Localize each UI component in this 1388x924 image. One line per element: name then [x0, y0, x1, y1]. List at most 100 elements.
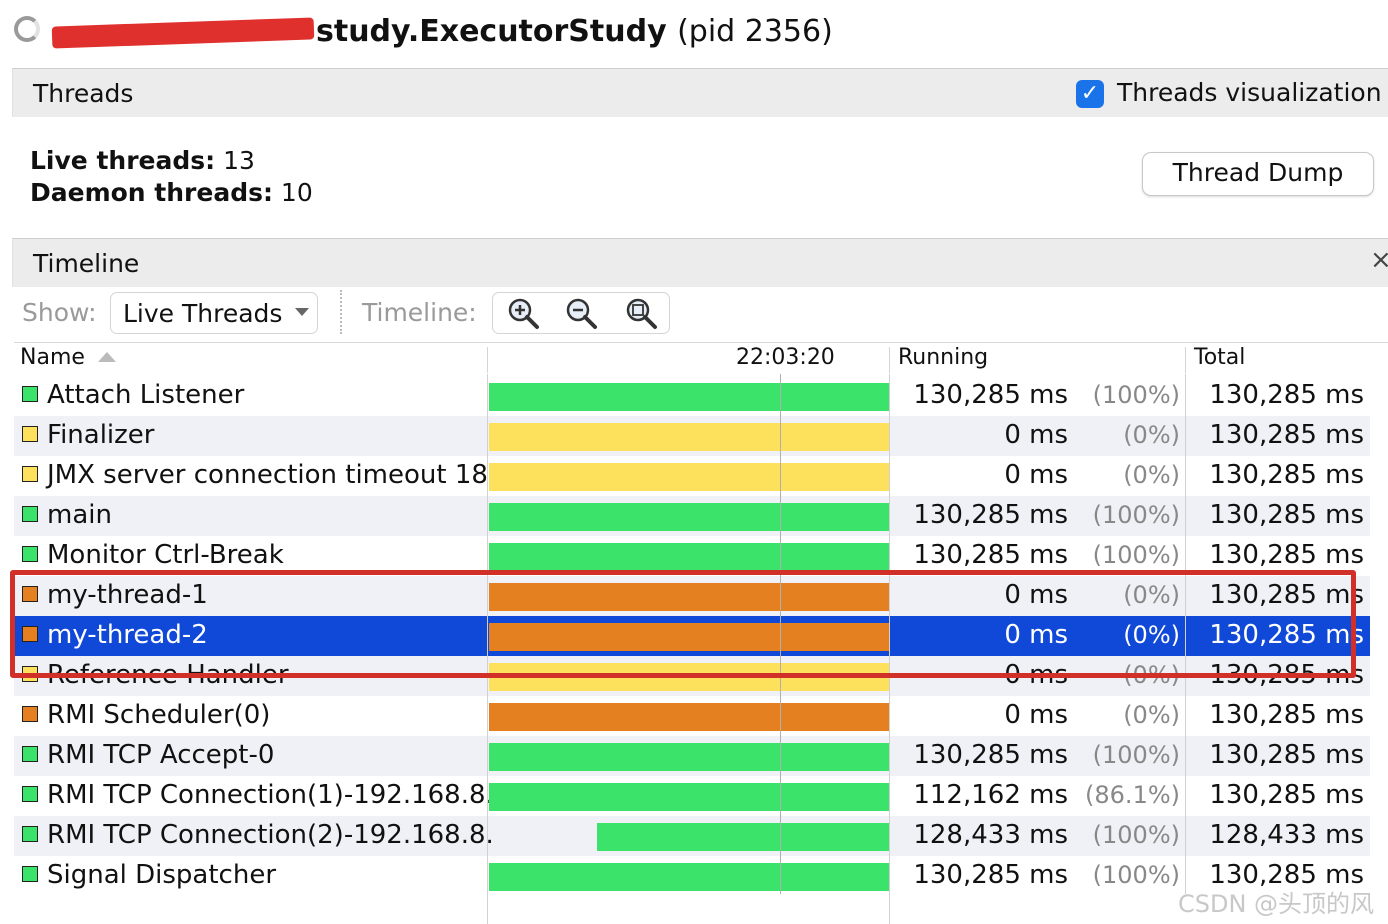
zoom-button-group [492, 292, 670, 334]
column-header-running[interactable]: Running [898, 345, 988, 370]
thread-running-percent: (100%) [1092, 501, 1180, 529]
thread-name: Attach Listener [47, 380, 245, 410]
watermark: CSDN @头顶的风 [1178, 890, 1375, 918]
column-header-total[interactable]: Total [1194, 345, 1245, 370]
thread-running-percent: (100%) [1092, 821, 1180, 849]
column-divider [889, 347, 890, 373]
thread-timeline-bar [489, 503, 889, 531]
thread-running-time: 128,433 ms [913, 820, 1068, 850]
thread-name: JMX server connection timeout 18 [47, 460, 488, 490]
live-threads-count: Live threads: 13 [30, 146, 255, 175]
column-header-name[interactable]: Name [20, 345, 85, 370]
thread-total-time: 130,285 ms [1209, 740, 1364, 770]
thread-state-swatch [22, 706, 38, 722]
app-title-name: study.ExecutorStudy [316, 14, 667, 49]
thread-name: Signal Dispatcher [47, 860, 277, 890]
timeline-section-bar: Timeline [12, 238, 1388, 287]
redaction-mark [51, 17, 315, 49]
thread-timeline-bar [489, 423, 889, 451]
thread-row[interactable]: JMX server connection timeout 18 0 ms (0%)… [14, 456, 1370, 496]
timeline-zoom-label: Timeline: [362, 298, 477, 327]
thread-total-time: 130,285 ms [1209, 460, 1364, 490]
thread-running-percent: (100%) [1092, 741, 1180, 769]
thread-running-percent: (0%) [1123, 701, 1180, 729]
thread-total-time: 130,285 ms [1209, 420, 1364, 450]
thread-row[interactable]: RMI TCP Accept-0 130,285 ms (100%) 130,285 … [14, 736, 1370, 776]
thread-dump-button[interactable]: Thread Dump [1142, 152, 1374, 196]
thread-timeline-bar [489, 383, 889, 411]
thread-row[interactable]: RMI Scheduler(0) 0 ms (0%) 130,285 ms [14, 696, 1370, 736]
zoom-fit-icon[interactable] [623, 295, 659, 331]
show-label: Show: [22, 298, 97, 327]
live-threads-value: 13 [215, 146, 255, 175]
thread-row[interactable]: Finalizer 0 ms (0%) 130,285 ms [14, 416, 1370, 456]
thread-row[interactable]: Signal Dispatcher 130,285 ms (100%) 130,285… [14, 856, 1370, 896]
thread-running-percent: (0%) [1123, 421, 1180, 449]
thread-total-time: 130,285 ms [1209, 380, 1364, 410]
sort-ascending-icon [98, 352, 116, 362]
thread-running-time: 130,285 ms [913, 540, 1068, 570]
thread-timeline-bar [489, 743, 889, 771]
column-divider [487, 347, 488, 373]
threads-section-title: Threads [33, 79, 134, 108]
threads-visualization-checkbox[interactable]: ✓ [1076, 80, 1104, 108]
timeline-section-title: Timeline [33, 249, 140, 278]
thread-running-time: 130,285 ms [913, 860, 1068, 890]
thread-running-time: 130,285 ms [913, 740, 1068, 770]
zoom-in-icon[interactable] [505, 295, 541, 331]
thread-row[interactable]: RMI TCP Connection(1)-192.168.8. 112,162 … [14, 776, 1370, 816]
thread-state-swatch [22, 786, 38, 802]
thread-name: Finalizer [47, 420, 155, 450]
thread-state-swatch [22, 386, 38, 402]
threads-visualization-label[interactable]: Threads visualization [1117, 78, 1382, 107]
thread-timeline-bar [489, 543, 889, 571]
thread-running-percent: (0%) [1123, 461, 1180, 489]
thread-table-header: Name 22:03:20 Running Total [14, 342, 1388, 375]
thread-name: RMI TCP Accept-0 [47, 740, 275, 770]
thread-total-time: 130,285 ms [1209, 540, 1364, 570]
thread-state-swatch [22, 866, 38, 882]
thread-timeline-bar [489, 703, 889, 731]
thread-running-percent: (86.1%) [1085, 781, 1180, 809]
column-divider [1185, 347, 1186, 373]
daemon-threads-count: Daemon threads: 10 [30, 178, 313, 207]
thread-running-percent: (100%) [1092, 381, 1180, 409]
thread-row[interactable]: Attach Listener 130,285 ms (100%) 130,285 m… [14, 376, 1370, 416]
close-icon[interactable]: × [1370, 245, 1388, 275]
thread-running-percent: (100%) [1092, 861, 1180, 889]
thread-running-time: 130,285 ms [913, 380, 1068, 410]
thread-row[interactable]: main 130,285 ms (100%) 130,285 ms [14, 496, 1370, 536]
thread-running-time: 112,162 ms [913, 780, 1068, 810]
thread-running-time: 0 ms [1004, 460, 1068, 490]
app-pid: (pid 2356) [677, 14, 833, 49]
thread-name: main [47, 500, 112, 530]
thread-name: RMI TCP Connection(2)-192.168.8. [47, 820, 494, 850]
thread-timeline-bar [489, 783, 889, 811]
thread-state-swatch [22, 426, 38, 442]
thread-state-swatch [22, 466, 38, 482]
toolbar-separator [340, 290, 342, 334]
column-header-time[interactable]: 22:03:20 [736, 345, 835, 370]
thread-row[interactable]: RMI TCP Connection(2)-192.168.8. 128,433 … [14, 816, 1370, 856]
daemon-threads-label: Daemon threads: [30, 178, 273, 207]
thread-total-time: 130,285 ms [1209, 700, 1364, 730]
thread-name: RMI Scheduler(0) [47, 700, 271, 730]
thread-running-time: 130,285 ms [913, 500, 1068, 530]
app-title: study.ExecutorStudy (pid 2356) [316, 14, 833, 49]
daemon-threads-value: 10 [272, 178, 313, 207]
dropdown-arrow-icon [295, 308, 309, 316]
zoom-out-icon[interactable] [563, 295, 599, 331]
loading-spinner-icon [14, 16, 40, 42]
thread-state-swatch [22, 546, 38, 562]
thread-state-swatch [22, 746, 38, 762]
thread-state-swatch [22, 506, 38, 522]
live-threads-label: Live threads: [30, 146, 216, 175]
thread-total-time: 130,285 ms [1209, 500, 1364, 530]
thread-timeline-bar [597, 823, 889, 851]
annotation-highlight-box [10, 570, 1356, 678]
show-filter-select[interactable]: Live Threads [110, 292, 318, 334]
thread-timeline-bar [489, 863, 889, 891]
thread-state-swatch [22, 826, 38, 842]
thread-timeline-bar [489, 463, 889, 491]
thread-total-time: 130,285 ms [1209, 780, 1364, 810]
